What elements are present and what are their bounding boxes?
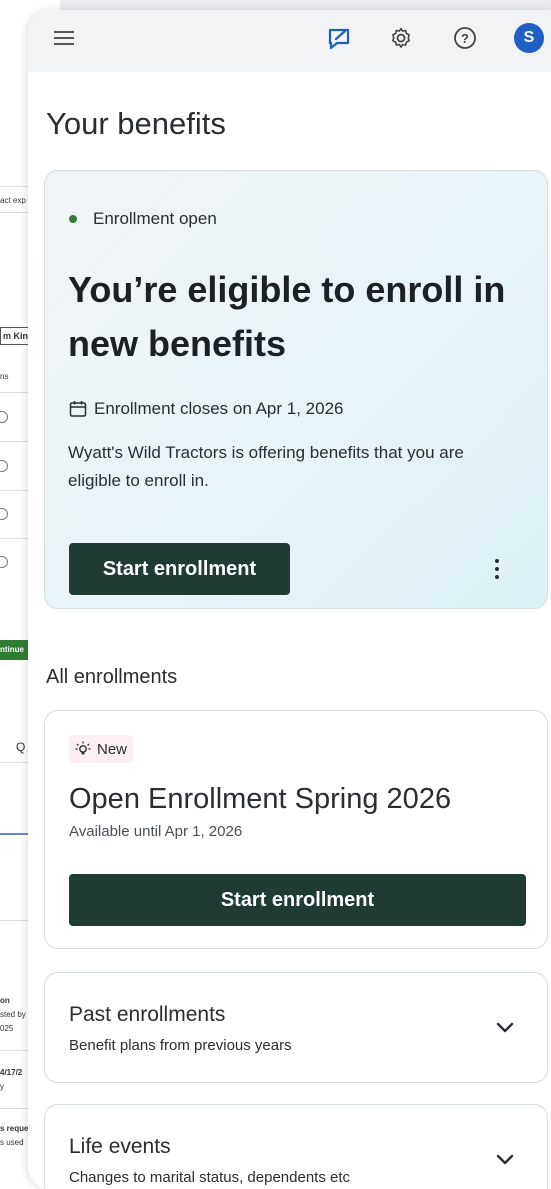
hamburger-menu-icon[interactable]: [50, 23, 80, 53]
bg-text-fragment: Q: [16, 740, 26, 754]
bg-circle-icon: [0, 508, 8, 520]
hero-title: You’re eligible to enroll in new benefit…: [68, 269, 506, 364]
bg-text-fragment: s reque: [0, 1124, 29, 1133]
accordion-subtitle: Benefit plans from previous years: [69, 1037, 292, 1054]
gear-icon[interactable]: [386, 23, 416, 53]
start-enrollment-card-button[interactable]: Start enrollment: [69, 874, 526, 926]
close-date-text: Enrollment closes on Apr 1, 2026: [94, 399, 344, 418]
bg-text-fragment: m Kin: [0, 327, 32, 345]
accordion-life-events[interactable]: Life events Changes to marital status, d…: [44, 1104, 548, 1189]
page-title: Your benefits: [46, 106, 226, 141]
bg-text-fragment: on: [0, 996, 10, 1005]
bg-continue-button: ntinue: [0, 640, 31, 660]
hero-description: Wyatt's Wild Tractors is offering benefi…: [68, 443, 464, 490]
status-label: Enrollment open: [93, 209, 217, 228]
enrollment-close-date: Enrollment closes on Apr 1, 2026: [69, 399, 343, 419]
help-icon[interactable]: ?: [450, 23, 480, 53]
bg-text-fragment: y: [0, 1082, 4, 1091]
bg-text-fragment: 025: [0, 1024, 14, 1033]
bg-text-fragment: sted by: [0, 1010, 26, 1019]
accordion-subtitle: Changes to marital status, dependents et…: [69, 1169, 351, 1186]
chevron-down-icon[interactable]: [493, 1015, 517, 1039]
svg-text:?: ?: [461, 31, 469, 46]
bg-circle-icon: [0, 460, 8, 472]
bg-text-fragment: ns: [0, 372, 9, 381]
enrollment-card-availability: Available until Apr 1, 2026: [69, 823, 243, 840]
enrollment-hero-card: Enrollment open You’re eligible to enrol…: [44, 170, 548, 609]
section-heading-all-enrollments: All enrollments: [46, 666, 178, 688]
bg-circle-icon: [0, 411, 8, 423]
start-enrollment-button[interactable]: Start enrollment: [69, 543, 290, 595]
bg-text-fragment: s used: [0, 1138, 24, 1147]
bg-circle-icon: [0, 556, 8, 568]
benefits-panel: ? S Your benefits Enrollment open You’re…: [28, 10, 551, 1189]
top-bar: ? S: [28, 10, 551, 72]
accordion-title: Life events: [69, 1135, 171, 1158]
avatar[interactable]: S: [514, 23, 544, 53]
accordion-past-enrollments[interactable]: Past enrollments Benefit plans from prev…: [44, 972, 548, 1083]
enrollment-card-title: Open Enrollment Spring 2026: [69, 783, 452, 815]
lightbulb-icon: [75, 741, 91, 755]
accordion-title: Past enrollments: [69, 1003, 226, 1026]
enrollment-status: Enrollment open: [69, 209, 217, 229]
new-badge: New: [69, 735, 134, 763]
enrollment-card: New Open Enrollment Spring 2026 Availabl…: [44, 710, 548, 949]
feedback-icon[interactable]: [324, 23, 354, 53]
more-options-icon[interactable]: [485, 551, 509, 587]
calendar-icon: [69, 401, 87, 417]
bg-text-fragment: 4/17/2: [0, 1068, 23, 1077]
chevron-down-icon[interactable]: [493, 1147, 517, 1171]
badge-label: New: [97, 740, 128, 758]
status-dot-icon: [69, 215, 77, 223]
bg-text-fragment: act exp: [0, 196, 26, 205]
